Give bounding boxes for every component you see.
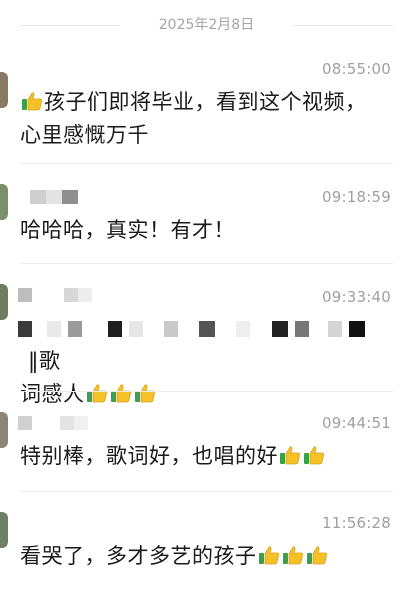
- thumbs-up-icon: [279, 443, 301, 465]
- comment-text-line: 看哭了，多才多艺的孩子: [20, 544, 257, 568]
- comment-item[interactable]: 11:56:28 看哭了，多才多艺的孩子: [0, 492, 413, 606]
- comment-time: 09:33:40: [322, 288, 391, 306]
- comment-item[interactable]: 09:18:59 哈哈哈，真实！有才！: [0, 164, 413, 264]
- avatar[interactable]: [0, 184, 8, 220]
- thumbs-up-icon: [306, 543, 328, 565]
- comment-item[interactable]: 08:55:00 孩子们即将毕业，看到这个视频， 心里感慨万千: [0, 50, 413, 164]
- comment-time: 09:18:59: [322, 188, 391, 206]
- thumbs-up-icon: [303, 443, 325, 465]
- comment-time: 08:55:00: [322, 60, 391, 78]
- thumbs-up-icon: [21, 89, 43, 111]
- date-separator-line-left: [20, 25, 120, 26]
- date-label: 2025年2月8日: [148, 17, 265, 33]
- comment-text: 看哭了，多才多艺的孩子: [20, 540, 393, 573]
- date-separator: 2025年2月8日: [0, 14, 413, 34]
- comment-text-line: 孩子们即将毕业，看到这个视频，: [44, 90, 367, 114]
- avatar[interactable]: [0, 284, 8, 320]
- comment-text-line: 特别棒，歌词好，也唱的好: [20, 444, 278, 468]
- comment-item[interactable]: 09:44:51 特别棒，歌词好，也唱的好: [0, 392, 413, 492]
- username-redacted: [18, 416, 88, 430]
- avatar[interactable]: [0, 412, 8, 448]
- avatar[interactable]: [0, 72, 8, 108]
- comment-text: 特别棒，歌词好，也唱的好: [20, 440, 393, 473]
- thumbs-up-icon: [282, 543, 304, 565]
- thumbs-up-icon: [258, 543, 280, 565]
- username-redacted: [30, 190, 78, 204]
- comment-time: 09:44:51: [322, 414, 391, 432]
- avatar[interactable]: [0, 512, 8, 548]
- comment-text: 孩子们即将毕业，看到这个视频， 心里感慨万千: [20, 86, 393, 152]
- comment-item[interactable]: 09:33:40 ‖歌 词感人: [0, 264, 413, 406]
- comment-text-line: 心里感慨万千: [20, 123, 149, 147]
- comment-time: 11:56:28: [322, 514, 391, 532]
- date-separator-line-right: [293, 25, 393, 26]
- username-redacted: [18, 288, 92, 302]
- comment-text-line: ‖歌: [28, 349, 61, 373]
- comment-text: 哈哈哈，真实！有才！: [20, 218, 235, 242]
